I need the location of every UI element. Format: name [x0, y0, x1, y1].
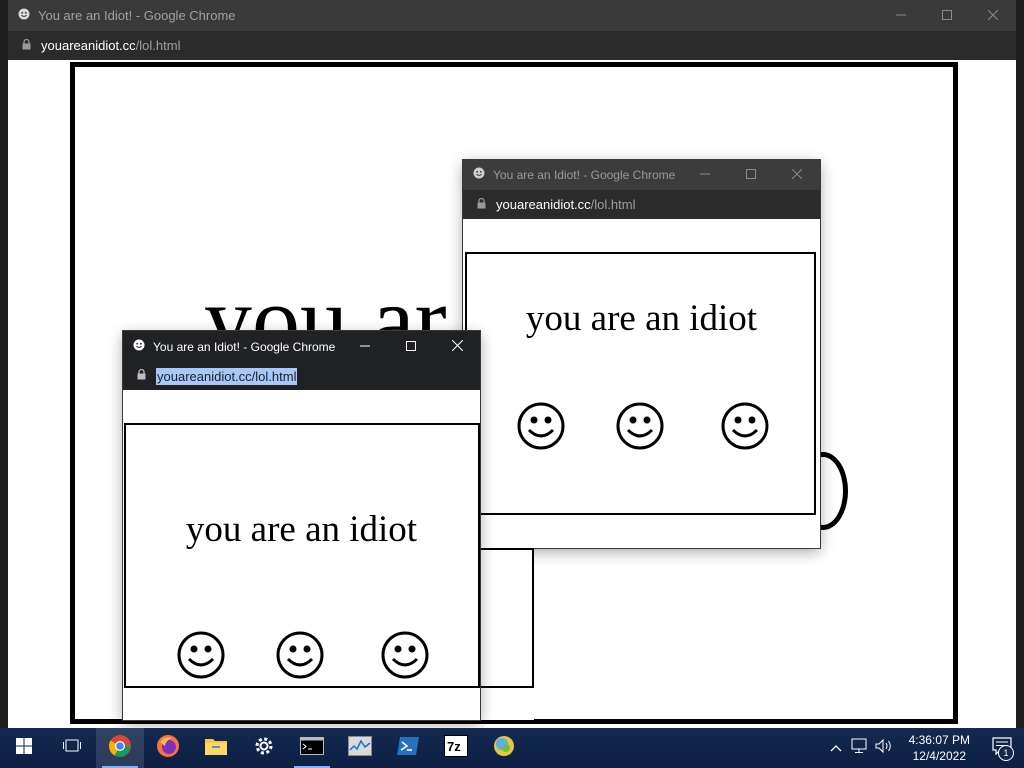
- taskbar: 7z 4:36:07 PM 12/4/2022 1: [0, 728, 1024, 768]
- popup-right-smiley-2: [615, 401, 665, 456]
- popup-right-minimize-button[interactable]: [682, 160, 728, 190]
- firefox-taskbar-button[interactable]: [144, 728, 192, 768]
- settings-taskbar-button[interactable]: [240, 728, 288, 768]
- volume-icon: [875, 738, 893, 758]
- lock-icon: [22, 37, 31, 55]
- system-tray: 4:36:07 PM 12/4/2022 1: [825, 728, 1024, 768]
- popup-right-url[interactable]: youareanidiot.cc/lol.html: [496, 197, 635, 212]
- main-maximize-button[interactable]: [924, 0, 970, 31]
- 7zip-taskbar-button[interactable]: 7z: [432, 728, 480, 768]
- main-url[interactable]: youareanidiot.cc/lol.html: [41, 38, 180, 53]
- popup-right-close-button[interactable]: [774, 160, 820, 190]
- chevron-up-icon: [830, 739, 842, 756]
- terminal-icon: [300, 736, 324, 760]
- hidden-window-strip: [478, 688, 534, 720]
- task-view-icon: [63, 738, 81, 759]
- popup-right-address-bar[interactable]: youareanidiot.cc/lol.html: [463, 190, 820, 219]
- popup-right-window: You are an Idiot! - Google Chrome youare…: [463, 160, 820, 548]
- 7zip-icon: 7z: [444, 734, 468, 762]
- popup-left-titlebar[interactable]: You are an Idiot! - Google Chrome: [123, 331, 480, 362]
- maximize-icon: [942, 7, 952, 25]
- popup-left-smiley-1: [176, 630, 226, 685]
- smiley-icon: [133, 338, 145, 356]
- close-icon: [451, 338, 463, 356]
- popup-right-frame: [465, 252, 816, 515]
- network-icon: [851, 738, 869, 758]
- task-manager-taskbar-button[interactable]: [336, 728, 384, 768]
- popup-right-title: You are an Idiot! - Google Chrome: [493, 168, 676, 182]
- popup-right-smiley-1: [516, 401, 566, 456]
- minimize-icon: [896, 7, 906, 25]
- popup-left-message: you are an idiot: [185, 509, 418, 550]
- clock[interactable]: 4:36:07 PM 12/4/2022: [899, 732, 980, 764]
- popup-right-content: you are an idiot: [463, 219, 820, 548]
- maximize-icon: [746, 166, 756, 184]
- popup-right-message: you are an idiot: [525, 298, 758, 339]
- app-icon: [493, 735, 515, 762]
- start-icon: [16, 737, 32, 759]
- svg-text:7z: 7z: [447, 739, 461, 754]
- popup-right-titlebar[interactable]: You are an Idiot! - Google Chrome: [463, 160, 820, 190]
- firefox-icon: [156, 734, 180, 763]
- popup-left-title: You are an Idiot! - Google Chrome: [153, 339, 336, 354]
- file-explorer-taskbar-button[interactable]: [192, 728, 240, 768]
- popup-left-content: you are an idiot: [123, 390, 480, 720]
- close-icon: [987, 7, 999, 25]
- popup-right-maximize-button[interactable]: [728, 160, 774, 190]
- main-address-bar[interactable]: youareanidiot.cc/lol.html: [8, 31, 1016, 60]
- smiley-icon: [176, 631, 226, 684]
- smiley-icon: [473, 166, 485, 184]
- network-button[interactable]: [847, 738, 873, 759]
- smiley-icon: [720, 402, 770, 455]
- maximize-icon: [406, 338, 416, 356]
- clock-date: 12/4/2022: [912, 749, 966, 763]
- file-explorer-icon: [204, 736, 228, 761]
- powershell-icon: [396, 736, 420, 761]
- lock-icon: [137, 367, 146, 385]
- popup-left-close-button[interactable]: [434, 331, 480, 362]
- smiley-icon: [615, 402, 665, 455]
- volume-button[interactable]: [873, 738, 899, 759]
- task-view-button[interactable]: [48, 728, 96, 768]
- main-window-title: You are an Idiot! - Google Chrome: [38, 8, 236, 23]
- popup-left-smiley-3: [380, 630, 430, 685]
- task-manager-icon: [348, 735, 372, 761]
- popup-left-minimize-button[interactable]: [342, 331, 388, 362]
- minimize-icon: [360, 338, 370, 356]
- popup-left-smiley-2: [275, 630, 325, 685]
- popup-left-window: You are an Idiot! - Google Chrome youare…: [123, 331, 480, 720]
- smiley-icon: [380, 631, 430, 684]
- smiley-icon: [516, 402, 566, 455]
- clock-time: 4:36:07 PM: [908, 733, 970, 747]
- popup-right-smiley-3: [720, 401, 770, 456]
- start-button[interactable]: [0, 728, 48, 768]
- notification-center-button[interactable]: 1: [980, 728, 1024, 768]
- smiley-icon: [275, 631, 325, 684]
- notification-badge: 1: [998, 745, 1014, 761]
- main-close-button[interactable]: [970, 0, 1016, 31]
- popup-left-url-selected[interactable]: youareanidiot.cc/lol.html: [156, 367, 298, 385]
- terminal-taskbar-button[interactable]: [288, 728, 336, 768]
- chrome-taskbar-button[interactable]: [96, 728, 144, 768]
- show-hidden-icons-button[interactable]: [825, 739, 847, 757]
- close-icon: [791, 166, 803, 184]
- settings-icon: [253, 735, 275, 762]
- popup-left-maximize-button[interactable]: [388, 331, 434, 362]
- chrome-icon: [108, 734, 132, 763]
- smiley-icon: [18, 7, 30, 25]
- main-minimize-button[interactable]: [878, 0, 924, 31]
- lock-icon: [477, 196, 486, 214]
- popup-left-address-bar[interactable]: youareanidiot.cc/lol.html: [123, 362, 480, 390]
- hidden-window-frame: [478, 548, 534, 688]
- app-taskbar-button[interactable]: [480, 728, 528, 768]
- main-titlebar[interactable]: You are an Idiot! - Google Chrome: [8, 0, 1016, 31]
- powershell-taskbar-button[interactable]: [384, 728, 432, 768]
- minimize-icon: [700, 166, 710, 184]
